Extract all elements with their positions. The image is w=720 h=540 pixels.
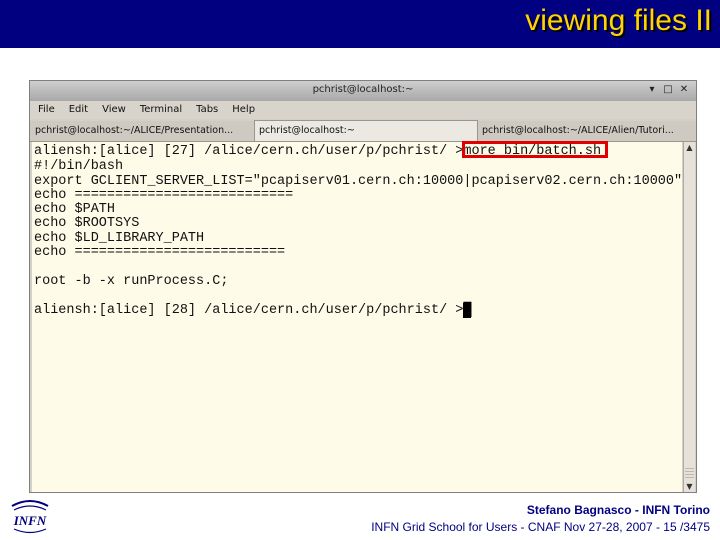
menu-tabs[interactable]: Tabs (196, 101, 218, 119)
tab-bar: pchrist@localhost:~/ALICE/Presentation..… (30, 120, 696, 142)
window-title: pchrist@localhost:~ (312, 84, 414, 95)
terminal-window: pchrist@localhost:~ ▾ □ ✕ File Edit View… (29, 80, 697, 493)
infn-logo: INFN (11, 500, 49, 534)
terminal-line: root -b -x runProcess.C; (34, 274, 229, 289)
scroll-thumb[interactable] (685, 468, 694, 478)
terminal-scrollbar[interactable]: ▲ ▼ (683, 142, 695, 492)
terminal-prompt-line: aliensh:[alice] [28] /alice/cern.ch/user… (34, 303, 472, 318)
terminal-line: echo ========================== (34, 245, 286, 260)
tab-presentation[interactable]: pchrist@localhost:~/ALICE/Presentation..… (31, 121, 255, 140)
menu-view[interactable]: View (102, 101, 126, 119)
menu-file[interactable]: File (38, 101, 55, 119)
terminal-prompt: aliensh:[alice] [28] /alice/cern.ch/user… (34, 303, 464, 318)
close-icon[interactable]: ✕ (678, 84, 690, 96)
slide-header: viewing files II (0, 0, 720, 48)
footer-event: INFN Grid School for Users - CNAF Nov 27… (371, 520, 710, 534)
menu-terminal[interactable]: Terminal (140, 101, 182, 119)
text-cursor: █ (463, 303, 472, 318)
terminal-line: echo =========================== (34, 188, 294, 203)
terminal-line: echo $PATH (34, 202, 116, 217)
scroll-down-icon[interactable]: ▼ (684, 481, 695, 492)
menu-bar: File Edit View Terminal Tabs Help (30, 101, 696, 119)
terminal-line: #!/bin/bash (34, 159, 124, 174)
scroll-up-icon[interactable]: ▲ (684, 142, 695, 153)
tab-home[interactable]: pchrist@localhost:~ (254, 120, 478, 141)
terminal-line: echo $ROOTSYS (34, 216, 140, 231)
window-titlebar[interactable]: pchrist@localhost:~ ▾ □ ✕ (30, 81, 696, 101)
tab-tutorial[interactable]: pchrist@localhost:~/ALICE/Alien/Tutori..… (478, 121, 696, 140)
slide-title: viewing files II (525, 4, 712, 37)
terminal-line: echo $LD_LIBRARY_PATH (34, 231, 205, 246)
footer-author: Stefano Bagnasco - INFN Torino (526, 503, 710, 517)
minimize-icon[interactable]: ▾ (646, 84, 658, 96)
command-highlight-box (462, 141, 608, 158)
terminal-line: export GCLIENT_SERVER_LIST="pcapiserv01.… (34, 174, 683, 189)
maximize-icon[interactable]: □ (662, 84, 674, 96)
menu-help[interactable]: Help (232, 101, 255, 119)
logo-text: INFN (13, 513, 47, 528)
terminal-output[interactable]: aliensh:[alice] [27] /alice/cern.ch/user… (32, 142, 682, 492)
menu-edit[interactable]: Edit (69, 101, 88, 119)
